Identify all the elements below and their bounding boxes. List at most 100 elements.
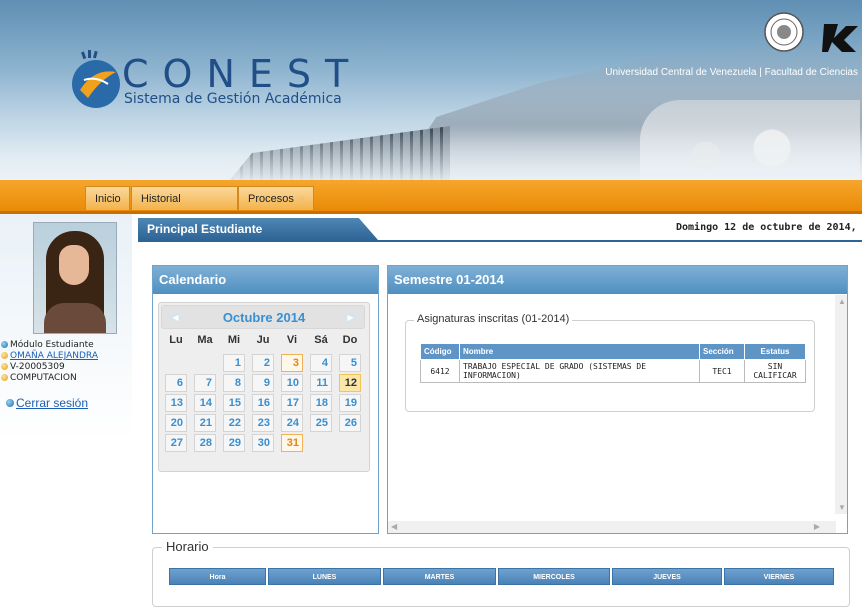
calendar-header: ◀ Octubre 2014 ▶ xyxy=(161,305,365,329)
calendar-day[interactable]: 13 xyxy=(165,394,187,412)
course-code: 6412 xyxy=(420,359,460,383)
current-date: Domingo 12 de octubre de 2014, 10:58am xyxy=(676,222,862,233)
calendar-day[interactable]: 8 xyxy=(223,374,245,392)
sidebar-module-label: Módulo Estudiante xyxy=(10,340,94,350)
calendar-day[interactable]: 26 xyxy=(339,414,361,432)
semester-title: Semestre 01-2014 xyxy=(388,266,847,294)
calendar-widget: ◀ Octubre 2014 ▶ Lu Ma Mi Ju Vi Sá Do 1 2 3 4 5 6 7 8 9… xyxy=(158,302,370,472)
sidebar-student-name: OMAÑA ALEJANDRA xyxy=(1,351,98,361)
calendar-weekday: Lu xyxy=(169,334,183,346)
schedule-header-jueves: JUEVES xyxy=(612,568,722,585)
enrolled-courses-legend: Asignaturas inscritas (01-2014) xyxy=(414,313,573,325)
course-name: TRABAJO ESPECIAL DE GRADO (SISTEMAS DE I… xyxy=(459,359,700,383)
schedule-header-hora: Hora xyxy=(169,568,266,585)
logo-subtitle: Sistema de Gestión Académica xyxy=(124,91,342,107)
col-header-codigo: Código xyxy=(420,343,460,360)
nav-historial-academico[interactable]: Historial Académico xyxy=(131,186,238,229)
calendar-weekday: Mi xyxy=(227,334,241,346)
calendar-weekday: Do xyxy=(342,334,358,346)
faculty-logo-icon xyxy=(822,24,858,52)
calendar-weekday: Sá xyxy=(314,334,328,346)
calendar-day[interactable]: 3 xyxy=(281,354,303,372)
calendar-day[interactable]: 16 xyxy=(252,394,274,412)
logout-label: Cerrar sesión xyxy=(16,396,89,410)
calendar-weekday: Ju xyxy=(256,334,270,346)
university-link[interactable]: Universidad Central de Venezuela | Facul… xyxy=(605,67,858,78)
calendar-title: Calendario xyxy=(153,266,378,294)
calendar-day[interactable]: 24 xyxy=(281,414,303,432)
student-avatar xyxy=(33,222,117,334)
schedule-header-viernes: VIERNES xyxy=(724,568,834,585)
semester-panel: Semestre 01-2014 Asignaturas inscritas (… xyxy=(387,265,848,534)
scroll-right-icon[interactable]: ▶ xyxy=(814,522,820,531)
calendar-day[interactable]: 14 xyxy=(194,394,216,412)
student-name-link[interactable]: OMAÑA ALEJANDRA xyxy=(10,351,98,361)
next-month-icon[interactable]: ▶ xyxy=(345,312,356,323)
calendar-panel: Calendario ◀ Octubre 2014 ▶ Lu Ma Mi Ju Vi Sá… xyxy=(152,265,379,534)
schedule-header-miercoles: MIERCOLES xyxy=(498,568,610,585)
horizontal-scrollbar[interactable]: ◀ ▶ xyxy=(388,521,836,533)
sidebar-student-id: V-20005309 xyxy=(1,362,65,372)
calendar-day[interactable]: 28 xyxy=(194,434,216,452)
calendar-day[interactable]: 25 xyxy=(310,414,332,432)
sidebar-module: Módulo Estudiante xyxy=(1,340,94,350)
calendar-day[interactable]: 2 xyxy=(252,354,274,372)
calendar-day[interactable]: 21 xyxy=(194,414,216,432)
calendar-day[interactable]: 12 xyxy=(339,374,361,392)
bullet-icon xyxy=(1,374,8,381)
scroll-down-icon[interactable]: ▼ xyxy=(838,503,846,512)
col-header-seccion: Sección xyxy=(699,343,745,360)
course-section: TEC1 xyxy=(699,359,745,383)
conest-logo-icon xyxy=(72,50,120,108)
calendar-day[interactable]: 30 xyxy=(252,434,274,452)
calendar-day[interactable]: 7 xyxy=(194,374,216,392)
bullet-icon xyxy=(1,341,8,348)
banner-fade xyxy=(0,130,862,180)
calendar-day[interactable]: 4 xyxy=(310,354,332,372)
calendar-day[interactable]: 10 xyxy=(281,374,303,392)
calendar-day[interactable]: 5 xyxy=(339,354,361,372)
calendar-day[interactable]: 1 xyxy=(223,354,245,372)
bullet-icon xyxy=(1,352,8,359)
logout-link[interactable]: Cerrar sesión xyxy=(6,396,88,410)
calendar-day[interactable]: 31 xyxy=(281,434,303,452)
header-banner: CONEST Sistema de Gestión Académica Univ… xyxy=(0,0,862,180)
calendar-month-label: Octubre 2014 xyxy=(222,310,306,325)
table-row: 6412 TRABAJO ESPECIAL DE GRADO (SISTEMAS… xyxy=(420,359,806,383)
calendar-day[interactable]: 22 xyxy=(223,414,245,432)
scroll-left-icon[interactable]: ◀ xyxy=(391,522,397,531)
calendar-day[interactable]: 15 xyxy=(223,394,245,412)
logo-title: CONEST xyxy=(122,52,363,96)
chevron-down-icon: ▼ xyxy=(297,195,306,204)
calendar-day[interactable]: 27 xyxy=(165,434,187,452)
vertical-scrollbar[interactable]: ▲ ▼ xyxy=(835,295,847,514)
calendar-day[interactable]: 20 xyxy=(165,414,187,432)
bullet-icon xyxy=(1,363,8,370)
ucv-seal-icon xyxy=(764,12,804,52)
calendar-day[interactable]: 19 xyxy=(339,394,361,412)
calendar-day[interactable]: 11 xyxy=(310,374,332,392)
calendar-day[interactable]: 17 xyxy=(281,394,303,412)
sidebar-program: COMPUTACION xyxy=(1,373,77,383)
calendar-day[interactable]: 29 xyxy=(223,434,245,452)
nav-procesos[interactable]: Procesos ▼ xyxy=(238,186,314,210)
calendar-day[interactable]: 18 xyxy=(310,394,332,412)
calendar-day[interactable]: 6 xyxy=(165,374,187,392)
nav-procesos-label: Procesos xyxy=(248,193,294,205)
student-id-label: V-20005309 xyxy=(10,362,65,372)
course-status: SIN CALIFICAR xyxy=(744,359,806,383)
schedule-header-martes: MARTES xyxy=(383,568,496,585)
schedule-header-lunes: LUNES xyxy=(268,568,381,585)
calendar-day[interactable]: 23 xyxy=(252,414,274,432)
calendar-day[interactable]: 9 xyxy=(252,374,274,392)
calendar-weekday: Vi xyxy=(286,334,298,346)
breadcrumb-underline xyxy=(138,240,862,242)
breadcrumb: Principal Estudiante xyxy=(138,218,378,240)
calendar-weekday: Ma xyxy=(197,334,213,346)
courses-table: Código Nombre Sección Estatus 6412 TRABA… xyxy=(420,343,806,383)
scroll-up-icon[interactable]: ▲ xyxy=(838,297,846,306)
schedule-legend: Horario xyxy=(162,539,213,554)
nav-inicio[interactable]: Inicio xyxy=(85,186,130,210)
enrolled-courses-fieldset: Asignaturas inscritas (01-2014) Código N… xyxy=(405,313,815,412)
col-header-estatus: Estatus xyxy=(744,343,806,360)
